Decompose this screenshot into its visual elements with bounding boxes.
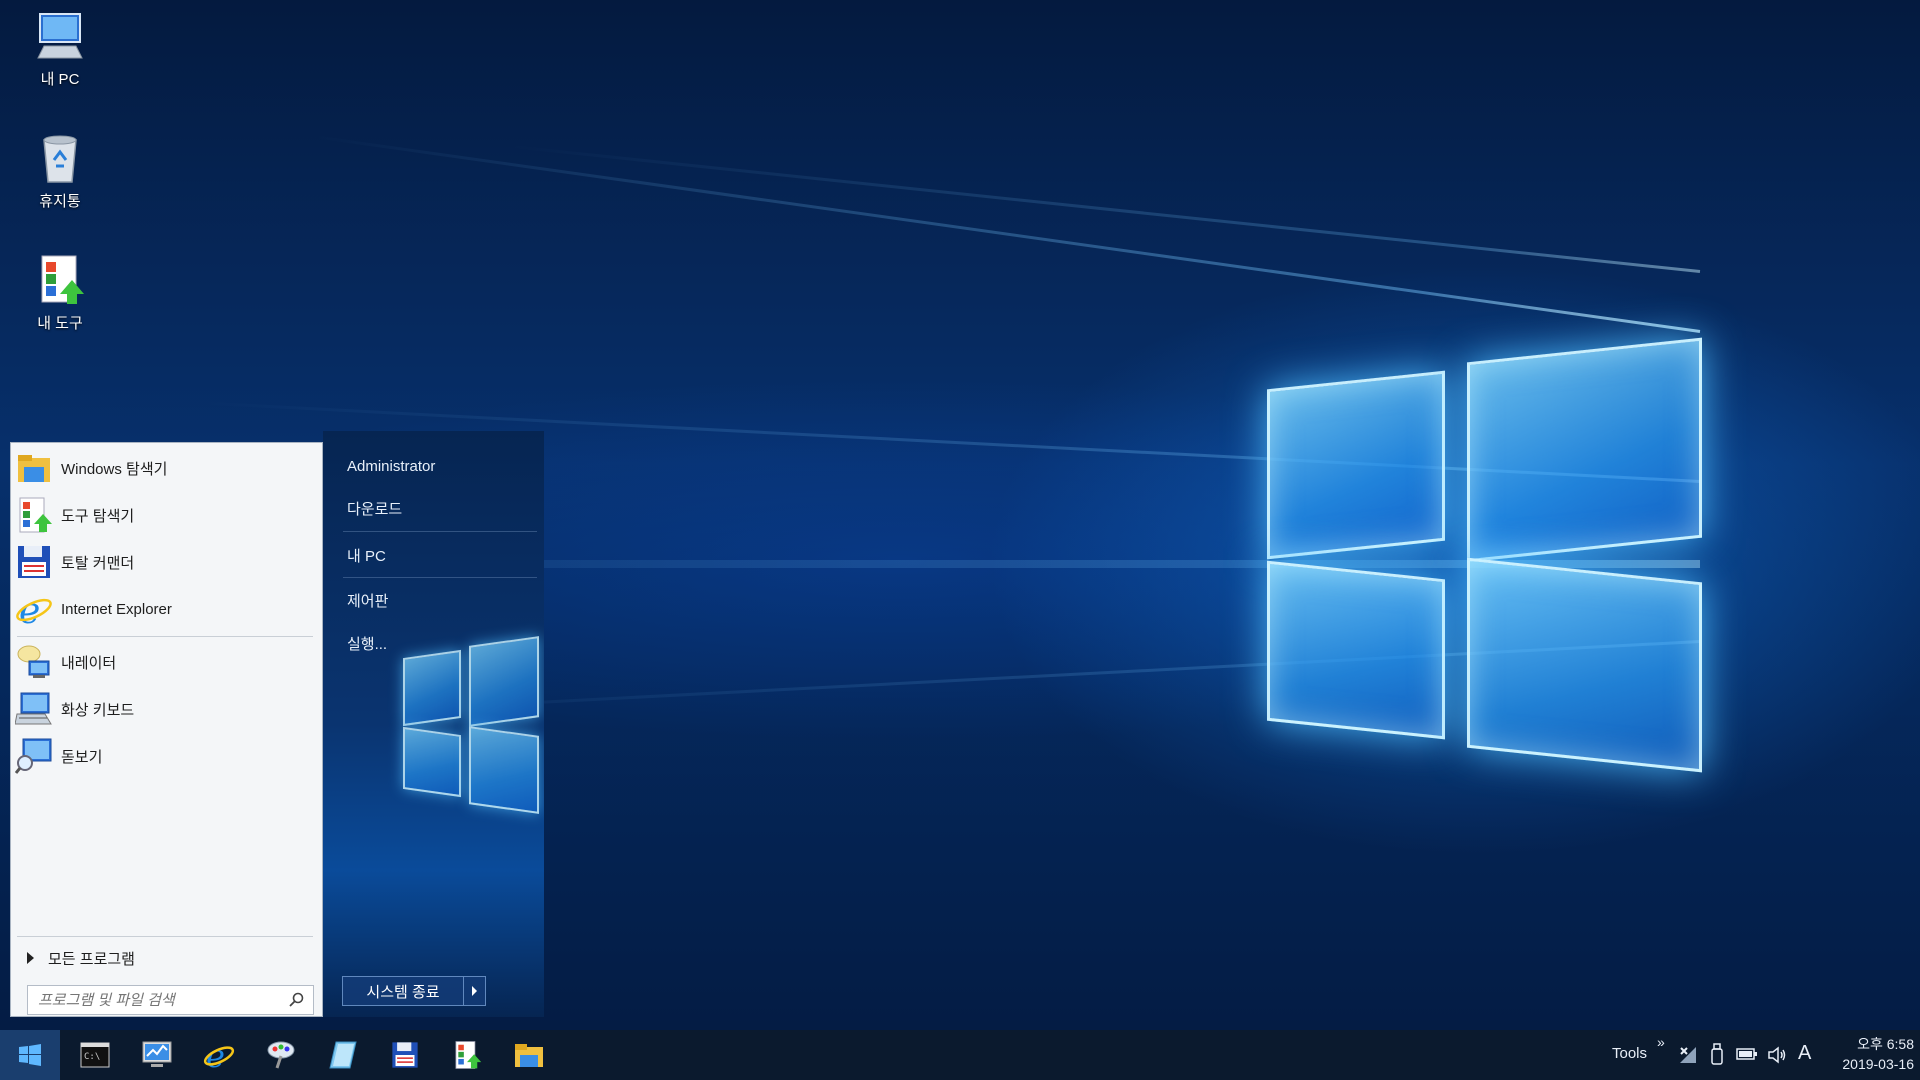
- light-beam: [313, 135, 1701, 333]
- remote-desktop-icon: [142, 1041, 172, 1067]
- program-label: Windows 탐색기: [61, 460, 168, 478]
- taskbar-app-command-prompt[interactable]: C:\: [70, 1035, 120, 1075]
- place-downloads[interactable]: 다운로드: [347, 488, 537, 528]
- menu-separator: [17, 636, 313, 637]
- battery-icon[interactable]: [1736, 1047, 1758, 1066]
- svg-text:C:\: C:\: [84, 1052, 100, 1062]
- program-label: 도구 탐색기: [61, 507, 135, 525]
- internet-explorer-icon: e: [15, 590, 53, 632]
- taskbar-app-paint-tool[interactable]: [256, 1035, 306, 1075]
- logo-reflection: [403, 636, 544, 836]
- program-internet-explorer[interactable]: e Internet Explorer: [15, 587, 315, 632]
- place-my-pc[interactable]: 내 PC: [347, 535, 537, 575]
- program-tools-explorer[interactable]: 도구 탐색기: [15, 493, 315, 537]
- program-magnifier[interactable]: 돋보기: [14, 734, 315, 778]
- logo-pane: [1467, 557, 1702, 773]
- menu-separator: [17, 936, 313, 937]
- start-button[interactable]: [0, 1030, 60, 1080]
- place-control-panel[interactable]: 제어판: [347, 580, 537, 620]
- desktop-icon-label: 내 PC: [40, 71, 80, 88]
- program-on-screen-keyboard[interactable]: 화상 키보드: [14, 687, 315, 731]
- program-search-box[interactable]: [27, 985, 314, 1015]
- windows-logo-wallpaper: [1262, 337, 1712, 785]
- expand-arrow-icon: [27, 952, 34, 964]
- tools-explorer-icon: [455, 1041, 482, 1069]
- floppy-disk-icon: [392, 1042, 418, 1068]
- taskbar-app-file-explorer[interactable]: [504, 1035, 554, 1075]
- internet-explorer-icon: e: [203, 1039, 235, 1071]
- taskbar-app-remote-desktop[interactable]: [132, 1035, 182, 1075]
- program-label: 토탈 커맨더: [61, 554, 135, 572]
- usb-device-icon[interactable]: [1710, 1043, 1724, 1070]
- magnifier-icon: [14, 737, 53, 775]
- desktop-icon-label: 내 도구: [37, 315, 83, 332]
- places-separator: [343, 577, 537, 578]
- place-label: 제어판: [347, 592, 389, 610]
- light-beam: [506, 144, 1701, 273]
- place-label: 실행...: [347, 635, 388, 653]
- input-method-indicator[interactable]: A: [1798, 1042, 1811, 1065]
- windows-logo-icon: [19, 1044, 41, 1066]
- toolbar-chevron-icon[interactable]: »: [1657, 1034, 1665, 1050]
- program-label: 돋보기: [61, 748, 103, 766]
- logo-pane: [1467, 337, 1702, 563]
- narrator-icon: [15, 643, 53, 681]
- place-run[interactable]: 실행...: [347, 623, 537, 663]
- start-menu: Windows 탐색기 도구 탐색기 토탈 커맨더 e Internet Exp…: [10, 431, 544, 1017]
- taskbar-app-total-commander[interactable]: [380, 1035, 430, 1075]
- command-prompt-icon: C:\: [80, 1042, 110, 1068]
- program-windows-explorer[interactable]: Windows 탐색기: [15, 446, 315, 490]
- taskbar-app-tools-explorer[interactable]: [442, 1035, 492, 1075]
- desktop-wallpaper: 내 PC 휴지통 내 도구 Windows 탐색기 도구 탐색기 토탈 커맨더 …: [0, 0, 1920, 1030]
- computer-icon: [34, 10, 86, 62]
- logo-pane: [1267, 560, 1445, 740]
- on-screen-keyboard-icon: [14, 690, 53, 728]
- clock[interactable]: 오후 6:58 2019-03-16: [1826, 1034, 1914, 1074]
- logo-pane: [1267, 370, 1445, 560]
- program-label: Internet Explorer: [61, 600, 172, 618]
- taskbar-app-notepad[interactable]: [318, 1035, 368, 1075]
- program-total-commander[interactable]: 토탈 커맨더: [15, 540, 315, 584]
- place-label: 내 PC: [347, 547, 386, 565]
- all-programs-label: 모든 프로그램: [48, 950, 135, 968]
- search-input[interactable]: [38, 991, 278, 1009]
- taskbar-app-internet-explorer[interactable]: e: [194, 1035, 244, 1075]
- program-narrator[interactable]: 내레이터: [15, 640, 315, 684]
- desktop-icon-recycle-bin[interactable]: 휴지통: [10, 132, 110, 211]
- program-label: 내레이터: [61, 654, 117, 672]
- tools-icon: [34, 254, 86, 306]
- start-menu-places-pane: Administrator 다운로드 내 PC 제어판 실행... 시스템 종료: [323, 431, 544, 1017]
- folder-icon: [515, 1044, 543, 1067]
- place-label: Administrator: [347, 457, 436, 475]
- clock-date: 2019-03-16: [1842, 1056, 1914, 1072]
- all-programs-button[interactable]: 모든 프로그램: [27, 943, 135, 973]
- folder-explorer-icon: [15, 449, 53, 487]
- start-menu-programs-pane: Windows 탐색기 도구 탐색기 토탈 커맨더 e Internet Exp…: [10, 442, 323, 1017]
- places-separator: [343, 531, 537, 532]
- volume-icon[interactable]: [1767, 1045, 1787, 1070]
- desktop-icon-my-tools[interactable]: 내 도구: [10, 254, 110, 333]
- tools-explorer-icon: [15, 496, 53, 534]
- search-icon: [289, 992, 304, 1007]
- notepad-icon: [329, 1041, 357, 1069]
- chevron-right-icon: [472, 986, 477, 996]
- desktop-icon-my-pc[interactable]: 내 PC: [10, 10, 110, 89]
- shutdown-options-button[interactable]: [463, 977, 485, 1005]
- taskbar: C:\ e Tools » A 오후 6:58 2019-03-16: [0, 1030, 1920, 1080]
- desktop-icon-label: 휴지통: [39, 193, 81, 210]
- user-administrator[interactable]: Administrator: [347, 446, 537, 486]
- shutdown-button[interactable]: 시스템 종료: [343, 977, 463, 1005]
- floppy-disk-icon: [15, 543, 53, 581]
- shutdown-control: 시스템 종료: [342, 976, 486, 1006]
- network-icon[interactable]: [1678, 1045, 1698, 1070]
- clock-time: 오후 6:58: [1857, 1036, 1914, 1052]
- recycle-bin-icon: [34, 132, 86, 184]
- program-label: 화상 키보드: [61, 701, 135, 719]
- tools-toolbar-label[interactable]: Tools: [1612, 1045, 1647, 1062]
- place-label: 다운로드: [347, 500, 403, 518]
- paint-tool-icon: [267, 1041, 295, 1069]
